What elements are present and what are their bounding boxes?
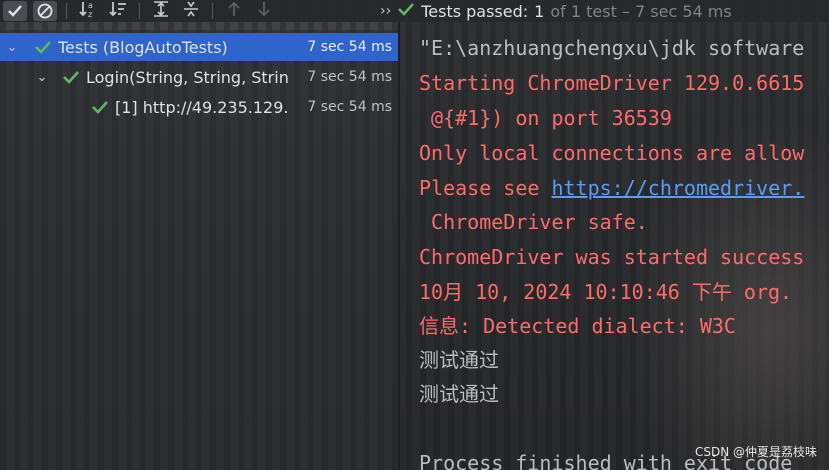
console-output[interactable]: "E:\anzhuangchengxu\jdk software Startin… [400,22,829,470]
sort-by-duration-button[interactable] [103,0,133,22]
console-line: ChromeDriver safe. [419,210,648,234]
tree-item-login[interactable]: ⌄ Login(String, String, Strin 7 sec 54 m… [0,63,398,91]
chevron-down-icon[interactable]: ⌄ [34,70,50,85]
pass-check-icon [91,99,109,115]
stop-icon [33,1,57,21]
tree-item-duration: 7 sec 54 ms [307,69,392,85]
next-failed-button[interactable] [249,0,279,22]
show-ignored-button[interactable] [30,0,60,22]
watermark: CSDN @仲夏是荔枝味 [694,445,817,459]
console-text: Please see [419,176,552,200]
pass-check-icon [34,39,52,55]
tree-item-label: Tests (BlogAutoTests) [58,37,228,57]
pass-check-icon [62,69,80,85]
tree-item-label: Login(String, String, Strin [86,67,289,87]
console-line: 测试通过 [419,382,499,406]
test-tree-panel: ⌄ Tests (BlogAutoTests) 7 sec 54 ms ⌄ Lo… [0,30,398,470]
status-passed-label: Tests passed: [421,1,529,21]
console-line: 测试通过 [419,348,499,372]
arrow-down-icon [256,0,272,22]
console-line-command: "E:\anzhuangchengxu\jdk software [419,36,805,60]
status-detail: of 1 test – 7 sec 54 ms [550,1,732,21]
chromedriver-link[interactable]: https://chromedriver. [551,176,804,200]
tree-item-label: [1] http://49.235.129. [115,97,289,117]
sort-alpha-icon: az [78,0,98,22]
toolbar-separator [66,3,67,19]
svg-text:a: a [88,1,93,10]
check-icon [3,1,27,21]
panel-splitter[interactable] [398,22,400,470]
status-passed-count: 1 [534,1,545,21]
passed-check-icon [397,1,415,21]
tree-item-tests-root[interactable]: ⌄ Tests (BlogAutoTests) 7 sec 54 ms [0,33,398,61]
expand-all-button[interactable] [146,0,176,22]
test-runner-toolbar: az ›› Tests passed: 1 of 1 test – 7 sec … [0,0,829,22]
expand-all-icon [152,0,170,22]
collapse-all-icon [182,0,200,22]
console-line: ChromeDriver was started success [419,245,805,269]
collapse-all-button[interactable] [176,0,206,22]
test-status-summary: ›› Tests passed: 1 of 1 test – 7 sec 54 … [380,0,732,22]
console-line: @{#1}) on port 36539 [419,106,672,130]
chevron-down-icon[interactable]: ⌄ [4,40,20,55]
sort-alphabetically-button[interactable]: az [73,0,103,22]
toolbar-separator [139,3,140,19]
console-line: Starting ChromeDriver 129.0.6615 [419,71,805,95]
tree-item-duration: 7 sec 54 ms [307,99,392,115]
more-actions-chevron[interactable]: ›› [380,3,391,19]
svg-text:z: z [88,10,92,18]
console-line: Only local connections are allow [419,141,805,165]
toolbar-separator [212,3,213,19]
console-line: Please see https://chromedriver. [419,175,804,201]
previous-failed-button[interactable] [219,0,249,22]
sort-duration-icon [108,0,128,22]
show-passed-button[interactable] [0,0,30,22]
console-line: 信息: Detected dialect: W3C [419,314,736,338]
tree-item-duration: 7 sec 54 ms [307,39,392,55]
console-line: 10月 10, 2024 10:10:46 下午 org. [419,280,793,304]
arrow-up-icon [226,0,242,22]
tree-item-case-1[interactable]: [1] http://49.235.129. 7 sec 54 ms [0,93,398,121]
